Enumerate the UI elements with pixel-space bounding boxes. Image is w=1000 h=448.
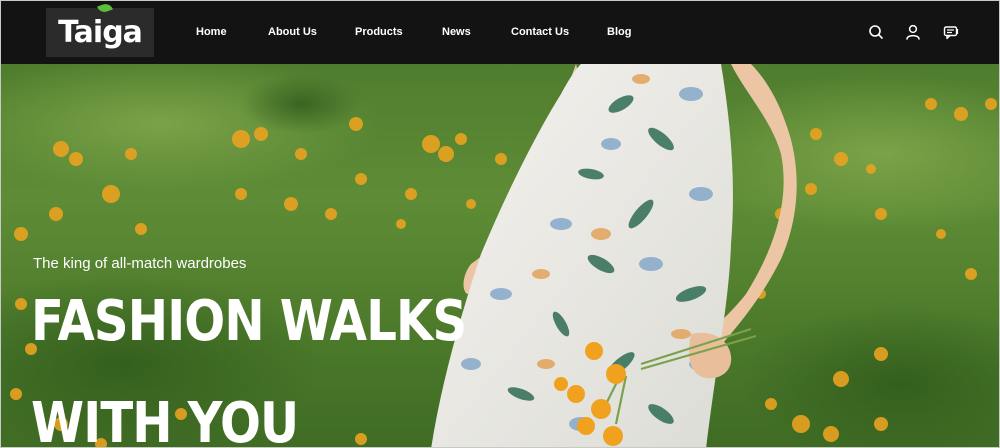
user-icon[interactable]: [904, 23, 922, 41]
hero-headline-line1: FASHION WALKS: [31, 289, 467, 354]
nav-item-about-us[interactable]: About Us: [268, 26, 317, 38]
top-navbar: Taiga Home About Us Products News Contac…: [1, 1, 999, 64]
hero-tagline: The king of all-match wardrobes: [33, 255, 247, 272]
nav-item-products[interactable]: Products: [355, 26, 403, 38]
page-frame: Taiga Home About Us Products News Contac…: [0, 0, 1000, 448]
brand-logo[interactable]: Taiga: [46, 1, 154, 57]
nav-item-blog[interactable]: Blog: [607, 26, 631, 38]
leaf-icon: [97, 1, 113, 15]
nav-item-home[interactable]: Home: [196, 26, 227, 38]
nav-item-contact-us[interactable]: Contact Us: [511, 26, 569, 38]
hero-headline-line2: WITH YOU: [31, 391, 299, 448]
nav-item-news[interactable]: News: [442, 26, 471, 38]
hero-banner: The king of all-match wardrobes FASHION …: [1, 64, 999, 448]
search-icon[interactable]: [867, 23, 885, 41]
chat-icon[interactable]: [942, 23, 960, 41]
logo-text: Taiga: [58, 14, 143, 50]
